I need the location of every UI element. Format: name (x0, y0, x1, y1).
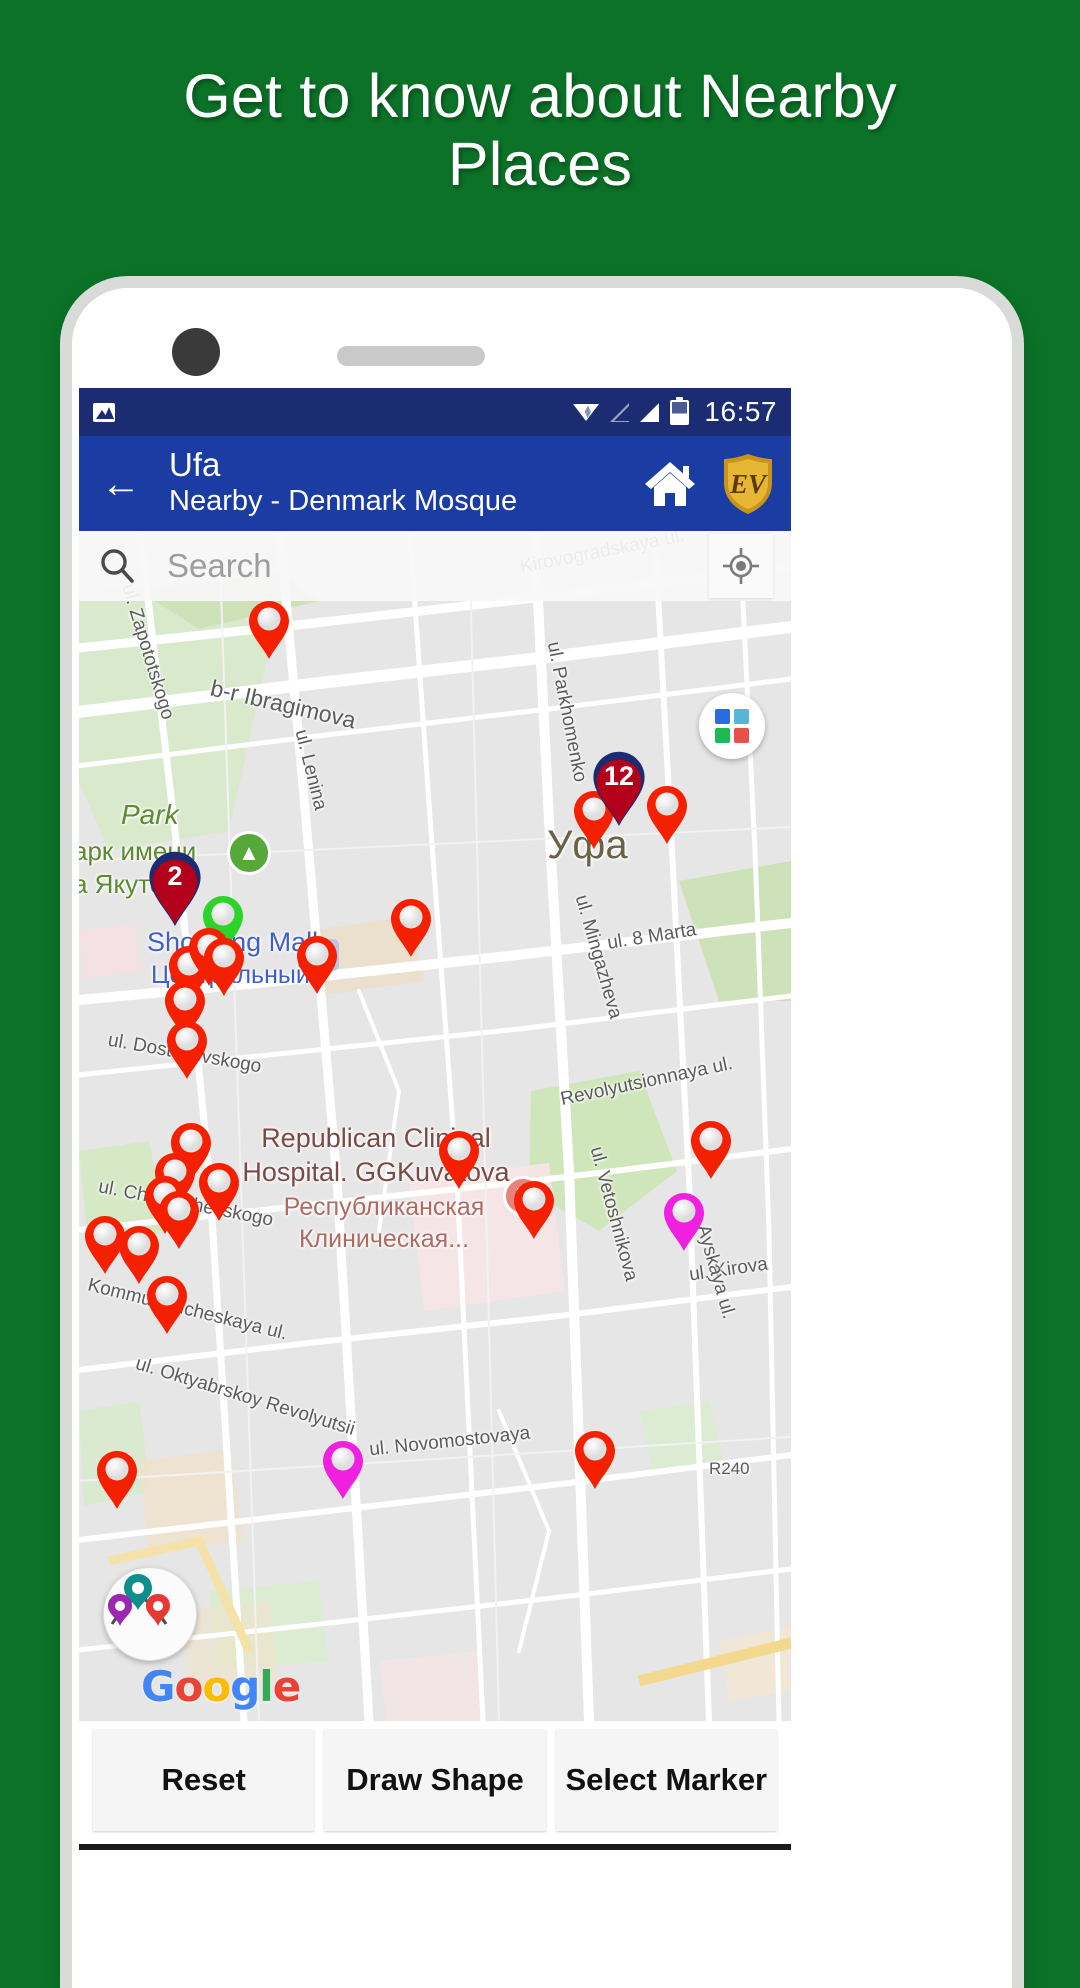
back-arrow-icon[interactable]: ← (95, 458, 147, 510)
screen-bottom-edge (79, 1844, 791, 1850)
promo-headline: Get to know about Nearby Places (183, 62, 897, 199)
map-city-label: Уфа (547, 823, 628, 867)
my-location-icon (723, 548, 759, 584)
app-bar: ← Ufa Nearby - Denmark Mosque EV (79, 436, 791, 531)
search-bar[interactable]: Search (79, 531, 791, 601)
phone-top-bezel (72, 288, 1012, 388)
map-type-swatch-3 (715, 728, 730, 743)
hospital-icon: H (503, 1176, 543, 1216)
app-logo-text: EV (729, 469, 768, 499)
map-street-label: R240 (709, 1459, 750, 1478)
shop-icon: 🛍 (307, 939, 339, 971)
battery-icon (670, 396, 690, 425)
page-title: Ufa (169, 445, 221, 483)
phone-mockup: ▲▼ 16:57 ← Ufa Nearby - Denmark Mosque (72, 288, 1012, 1988)
google-attribution: Google (141, 1662, 301, 1711)
home-icon[interactable] (641, 458, 699, 510)
nearby-pins-icon (108, 1574, 170, 1626)
map-place-mall-ru: Центральный (151, 961, 310, 989)
draw-shape-button[interactable]: Draw Shape (324, 1729, 546, 1831)
map-place-hospital-1: Republican Clinical (261, 1123, 491, 1153)
map-type-swatch-2 (734, 709, 749, 724)
map-place-park-ru2: а Якутова (79, 869, 193, 899)
reset-button[interactable]: Reset (93, 1729, 315, 1831)
signal-full-icon (640, 402, 660, 422)
signal-empty-icon (610, 402, 630, 422)
map-place-park-ru1: арк имени (79, 836, 197, 866)
map-place-hospital-ru2: Клиническая... (298, 1225, 470, 1253)
image-icon (93, 402, 115, 422)
wifi-icon: ▲ ▼ (573, 402, 600, 422)
map-place-hospital-ru1: Республиканская (283, 1193, 485, 1221)
select-marker-button[interactable]: Select Marker (555, 1729, 777, 1831)
status-bar: ▲ ▼ 16:57 (79, 388, 791, 436)
bottom-action-bar: Reset Draw Shape Select Marker (79, 1721, 791, 1841)
app-bar-titles: Ufa Nearby - Denmark Mosque (147, 445, 641, 519)
map-place-mall: Shopping Mall (147, 927, 319, 957)
my-location-button[interactable] (709, 534, 773, 598)
search-icon (101, 549, 134, 583)
map-place-hospital-2: Hospital. GGKuvatova (242, 1157, 510, 1187)
search-input[interactable]: Search (167, 547, 709, 585)
nearby-pins-fab[interactable] (103, 1567, 197, 1661)
status-bar-time: 16:57 (704, 396, 777, 427)
park-tree-icon: ▲ (227, 831, 271, 875)
map-type-fab[interactable] (699, 693, 765, 759)
map-type-swatch-4 (734, 728, 749, 743)
page-subtitle: Nearby - Denmark Mosque (169, 485, 518, 518)
map-type-swatch-1 (715, 709, 730, 724)
earpiece-speaker (337, 346, 485, 366)
front-camera-icon (172, 328, 220, 376)
map-place-park: Park (121, 799, 179, 830)
map-canvas[interactable]: Kirovogradskaya ul. ul. Zapototskogo b-r… (79, 531, 791, 1721)
app-logo-shield[interactable]: EV (721, 453, 775, 515)
